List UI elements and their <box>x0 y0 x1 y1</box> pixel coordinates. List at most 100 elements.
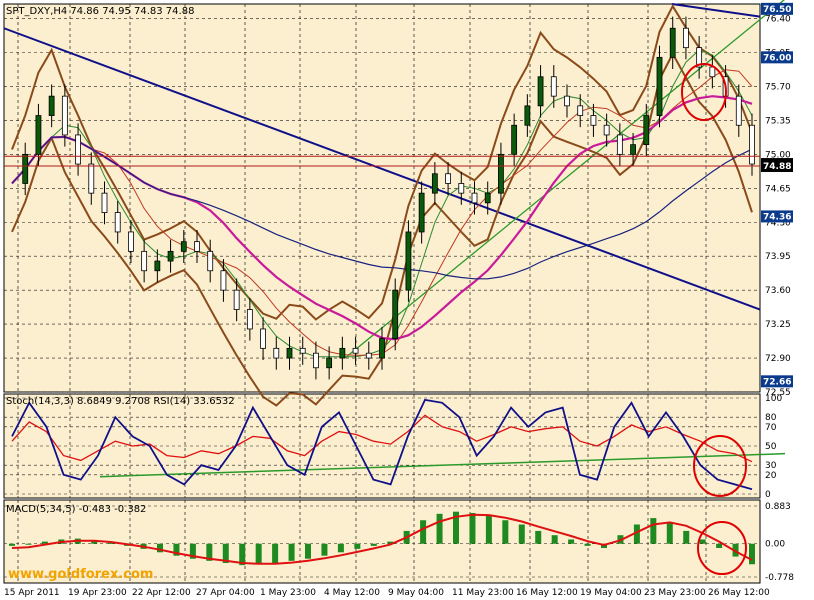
candle-bear <box>603 124 610 136</box>
macd-histogram-bar <box>305 543 311 559</box>
candle-bear <box>352 347 359 354</box>
macd-histogram-bar <box>272 543 279 563</box>
macd-histogram-bar <box>25 543 32 545</box>
watermark-text: www.goldforex.com <box>8 567 153 582</box>
macd-histogram-bar <box>337 543 344 553</box>
osc-tick-label: 20 <box>765 471 777 481</box>
y-tick-label: 73.60 <box>765 286 791 296</box>
candle-bull <box>524 105 531 126</box>
candle-bear <box>749 124 755 165</box>
candle-bear <box>299 347 306 354</box>
macd-histogram-bar <box>749 543 755 565</box>
candle-bear <box>683 27 689 49</box>
y-tick-label: 76.40 <box>765 15 791 25</box>
candle-bear <box>260 328 266 349</box>
candle-bull <box>379 338 385 359</box>
osc-tick-label: 80 <box>765 413 777 423</box>
candle-bear <box>128 231 134 252</box>
price-tag-label: 76.00 <box>763 53 791 63</box>
macd-histogram-bar <box>551 535 558 544</box>
osc-tick-label: 70 <box>765 423 777 433</box>
x-axis-label: 22 Apr 12:00 <box>132 588 191 598</box>
osc-title: Stoch(14,3,3) 8.6849 9.2708 RSI(14) 33.6… <box>6 396 235 407</box>
macd-histogram-bar <box>469 512 476 544</box>
candle-bull <box>326 357 333 369</box>
macd-histogram-bar <box>683 530 690 544</box>
macd-histogram-bar <box>584 543 591 546</box>
candle-bull <box>484 192 491 204</box>
candle-bull <box>339 347 346 359</box>
macd-tick-label: -0.778 <box>765 573 794 583</box>
macd-histogram-bar <box>568 539 575 544</box>
candle-bear <box>735 95 742 126</box>
candle-bull <box>537 76 544 107</box>
candle-bear <box>445 173 451 184</box>
candle-bull <box>180 241 187 252</box>
price-tag-label: 74.88 <box>763 162 791 172</box>
candle-bull <box>48 95 55 116</box>
macd-histogram-bar <box>436 513 443 544</box>
candle-bull <box>669 27 676 58</box>
candle-bull <box>630 144 636 155</box>
y-tick-label: 75.35 <box>765 116 791 126</box>
candle-bear <box>194 241 200 252</box>
candle-bull <box>154 260 161 272</box>
candle-bear <box>75 134 81 165</box>
price-tag-label: 72.66 <box>763 377 791 387</box>
macd-tick-label: 0.883 <box>765 502 791 512</box>
macd-histogram-bar <box>420 520 427 544</box>
candle-bull <box>392 289 399 340</box>
candle-bear <box>616 134 623 155</box>
macd-histogram-bar <box>518 524 525 544</box>
candle-bull <box>643 115 650 146</box>
candle-bull <box>286 347 293 359</box>
candle-bear <box>564 95 570 107</box>
y-tick-label: 75.70 <box>765 82 791 92</box>
chart-window: 76.4076.0575.7075.3575.0074.6574.3073.95… <box>0 0 814 600</box>
x-axis-label: 1 May 23:00 <box>260 588 316 598</box>
macd-histogram-bar <box>321 543 328 556</box>
candle-bear <box>61 95 68 136</box>
macd-histogram-bar <box>502 520 509 544</box>
x-axis-label: 19 Apr 23:00 <box>68 588 127 598</box>
candle-bear <box>246 309 253 330</box>
candle-bear <box>365 352 372 359</box>
macd-tick-label: 0.00 <box>765 540 785 550</box>
x-axis-label: 27 Apr 04:00 <box>196 588 255 598</box>
y-tick-label: 72.90 <box>765 354 791 364</box>
macd-histogram-bar <box>354 543 361 549</box>
macd-histogram-bar <box>666 522 673 544</box>
candle-bull <box>35 115 42 155</box>
macd-histogram-bar <box>370 543 377 546</box>
main-chart-title: SPT_DXY,H4 74.86 74.95 74.83 74.88 <box>6 6 194 17</box>
candle-bear <box>550 76 557 97</box>
y-tick-label: 74.65 <box>765 184 791 194</box>
x-axis-label: 23 May 23:00 <box>644 588 706 598</box>
macd-histogram-bar <box>288 543 295 561</box>
osc-tick-label: 50 <box>765 442 777 452</box>
macd-histogram-bar <box>9 543 15 546</box>
candle-bull <box>431 173 438 194</box>
candle-bear <box>577 105 584 116</box>
candle-bear <box>471 192 478 204</box>
price-tag-label: 76.50 <box>763 5 791 15</box>
osc-tick-label: 0 <box>765 490 771 500</box>
candle-bear <box>220 270 227 291</box>
candle-bear <box>101 192 108 213</box>
candle-bull <box>405 231 412 291</box>
macd-histogram-bar <box>485 515 492 544</box>
x-axis-label: 9 May 04:00 <box>388 588 444 598</box>
macd-histogram-bar <box>535 530 542 544</box>
candle-bear <box>114 212 121 233</box>
x-axis-label: 4 May 12:00 <box>324 588 380 598</box>
candle-bull <box>511 124 518 155</box>
candle-bear <box>88 163 95 194</box>
x-axis-label: 15 Apr 2011 <box>4 588 60 598</box>
x-axis-label: 26 May 12:00 <box>708 588 770 598</box>
candle-bear <box>458 183 465 194</box>
candle-bear <box>207 250 214 272</box>
candle-bear <box>709 66 716 78</box>
macd-title: MACD(5,34,5) -0.483 -0.382 <box>6 504 146 515</box>
macd-histogram-bar <box>650 518 657 544</box>
forex-chart: 76.4076.0575.7075.3575.0074.6574.3073.95… <box>3 0 794 598</box>
